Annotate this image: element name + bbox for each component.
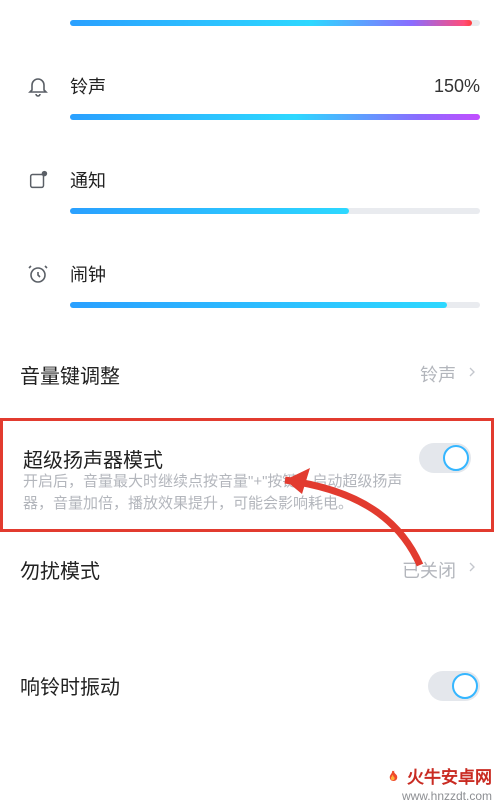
dnd-value: 已关闭 bbox=[402, 557, 456, 583]
dnd-row[interactable]: 勿扰模式 已关闭 bbox=[0, 538, 500, 602]
ring-vibrate-row[interactable]: 响铃时振动 bbox=[0, 654, 500, 718]
super-speaker-row[interactable]: 超级扬声器模式 bbox=[3, 421, 491, 477]
ring-vibrate-title: 响铃时振动 bbox=[20, 671, 120, 700]
super-speaker-highlight: 超级扬声器模式 开启后，音量最大时继续点按音量"+"按键，启动超级扬声器，音量加… bbox=[0, 418, 494, 532]
super-speaker-toggle[interactable] bbox=[419, 443, 471, 473]
super-speaker-title: 超级扬声器模式 bbox=[23, 444, 163, 473]
alarm-clock-icon bbox=[24, 260, 52, 288]
alarm-volume-slider[interactable] bbox=[70, 302, 480, 308]
notification-icon bbox=[24, 166, 52, 194]
ringtone-volume-row: 铃声 150% bbox=[0, 72, 500, 120]
volume-key-adjust-row[interactable]: 音量键调整 铃声 bbox=[0, 342, 500, 406]
notification-volume-slider[interactable] bbox=[70, 208, 480, 214]
media-volume-row bbox=[0, 0, 500, 26]
media-volume-slider[interactable] bbox=[70, 20, 480, 26]
watermark-brand: 火牛安卓网 bbox=[407, 767, 492, 789]
flame-icon bbox=[383, 769, 401, 787]
chevron-right-icon bbox=[464, 559, 480, 580]
ringtone-volume-slider[interactable] bbox=[70, 114, 480, 120]
alarm-volume-row: 闹钟 bbox=[0, 260, 500, 308]
notification-label: 通知 bbox=[70, 167, 106, 193]
chevron-right-icon bbox=[464, 364, 480, 385]
dnd-title: 勿扰模式 bbox=[20, 555, 100, 584]
super-speaker-desc: 开启后，音量最大时继续点按音量"+"按键，启动超级扬声器，音量加倍，播放效果提升… bbox=[3, 471, 491, 515]
bell-icon bbox=[24, 72, 52, 100]
watermark: 火牛安卓网 www.hnzzdt.com bbox=[383, 767, 492, 805]
ringtone-label: 铃声 bbox=[70, 73, 106, 99]
volume-key-title: 音量键调整 bbox=[20, 360, 120, 389]
ringtone-value: 150% bbox=[434, 76, 480, 97]
ring-vibrate-toggle[interactable] bbox=[428, 671, 480, 701]
notification-volume-row: 通知 bbox=[0, 166, 500, 214]
alarm-label: 闹钟 bbox=[70, 261, 106, 287]
volume-key-value: 铃声 bbox=[420, 361, 456, 387]
watermark-url: www.hnzzdt.com bbox=[383, 789, 492, 805]
sound-settings-screen: 铃声 150% 通知 闹钟 音量键调整 铃声 bbox=[0, 0, 500, 811]
